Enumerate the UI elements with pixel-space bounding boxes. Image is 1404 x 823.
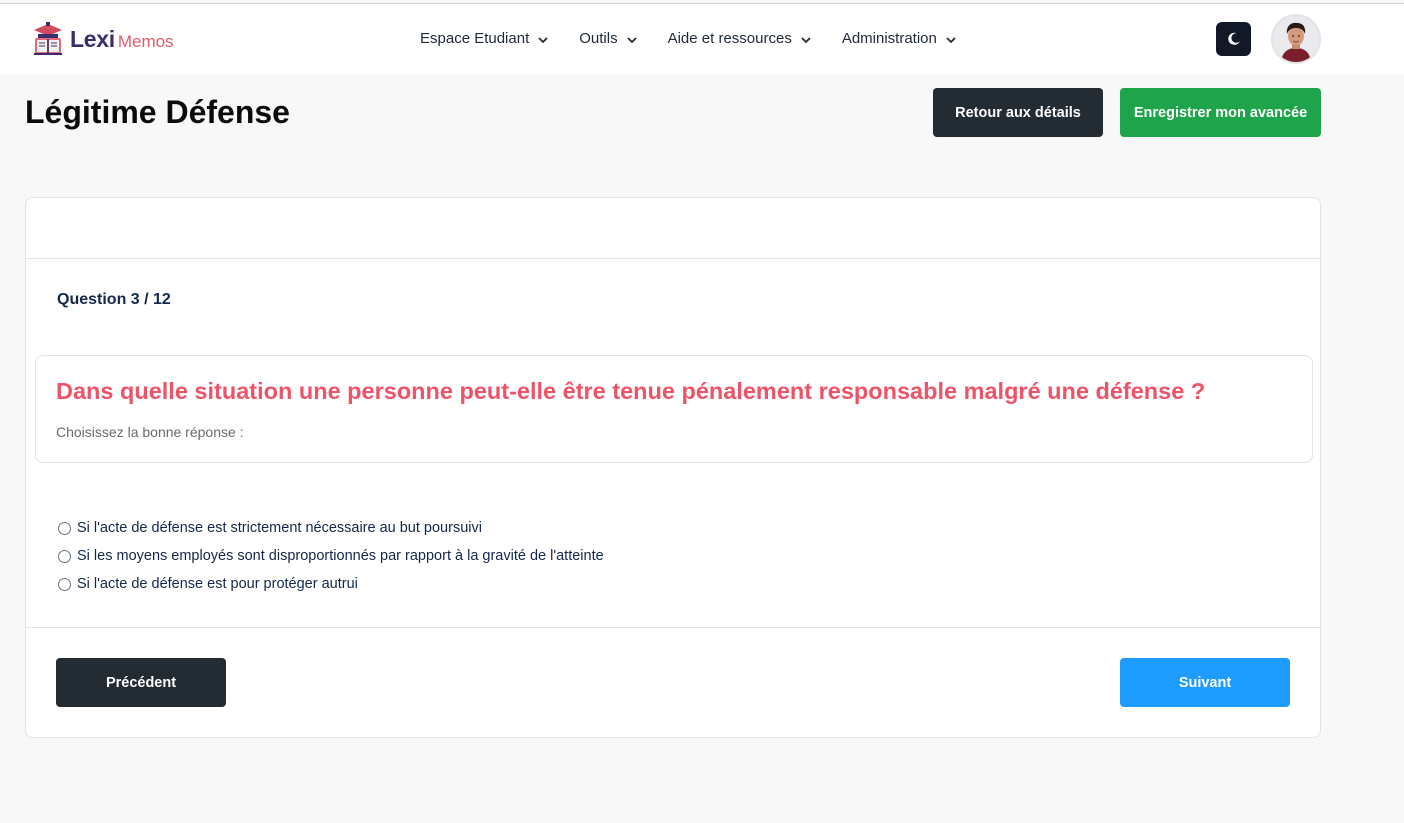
question-text: Dans quelle situation une personne peut-…: [56, 378, 1206, 404]
nav-item-espace-etudiant[interactable]: Espace Etudiant: [420, 30, 549, 47]
answer-options: Si l'acte de défense est strictement néc…: [58, 514, 604, 598]
avatar-portrait-icon: [1273, 16, 1319, 62]
answer-option-label: Si les moyens employés sont disproportio…: [77, 548, 604, 564]
answer-option[interactable]: Si l'acte de défense est pour protéger a…: [58, 570, 604, 598]
brand-name-lexi: Lexi: [70, 25, 115, 52]
save-progress-button[interactable]: Enregistrer mon avancée: [1120, 88, 1321, 137]
brand-name-memos: Memos: [117, 32, 174, 51]
answer-option-label: Si l'acte de défense est pour protéger a…: [77, 576, 358, 592]
nav-item-outils[interactable]: Outils: [579, 30, 637, 47]
question-box: Dans quelle situation une personne peut-…: [35, 355, 1313, 463]
card-footer-divider: [26, 627, 1320, 628]
page-title: Légitime Défense: [25, 94, 290, 130]
quiz-card: Question 3 / 12 Dans quelle situation un…: [25, 197, 1321, 738]
graduation-cap-book-icon: [34, 22, 62, 55]
question-counter: Question 3 / 12: [57, 291, 171, 308]
nav-item-administration[interactable]: Administration: [842, 30, 957, 47]
theme-toggle-button[interactable]: [1216, 22, 1251, 56]
chevron-down-icon: [538, 36, 548, 43]
moon-icon: [1227, 32, 1240, 45]
nav-item-label: Espace Etudiant: [420, 30, 530, 47]
chevron-down-icon: [946, 36, 956, 43]
card-header: [26, 198, 1320, 259]
answer-option[interactable]: Si les moyens employés sont disproportio…: [58, 542, 604, 570]
navbar: Lexi Memos Espace Etudiant Outils Aide e…: [0, 4, 1404, 74]
answer-option-label: Si l'acte de défense est strictement néc…: [77, 520, 482, 536]
nav-item-label: Aide et ressources: [667, 30, 792, 47]
answer-option[interactable]: Si l'acte de défense est strictement néc…: [58, 514, 604, 542]
previous-button[interactable]: Précédent: [56, 658, 226, 707]
user-avatar[interactable]: [1271, 14, 1321, 64]
brand-logo[interactable]: Lexi Memos: [32, 22, 174, 56]
next-button[interactable]: Suivant: [1120, 658, 1290, 707]
nav-item-aide-ressources[interactable]: Aide et ressources: [668, 30, 812, 47]
chevron-down-icon: [801, 36, 811, 43]
question-instruction: Choisissez la bonne réponse :: [56, 424, 244, 440]
back-to-details-button[interactable]: Retour aux détails: [933, 88, 1103, 137]
radio-button[interactable]: [58, 521, 71, 535]
radio-button[interactable]: [58, 549, 71, 563]
chevron-down-icon: [626, 36, 637, 43]
radio-button[interactable]: [58, 577, 71, 591]
nav-item-label: Outils: [579, 30, 618, 47]
nav-item-label: Administration: [841, 30, 937, 47]
main-nav: Espace Etudiant Outils Aide et ressource…: [420, 30, 987, 47]
